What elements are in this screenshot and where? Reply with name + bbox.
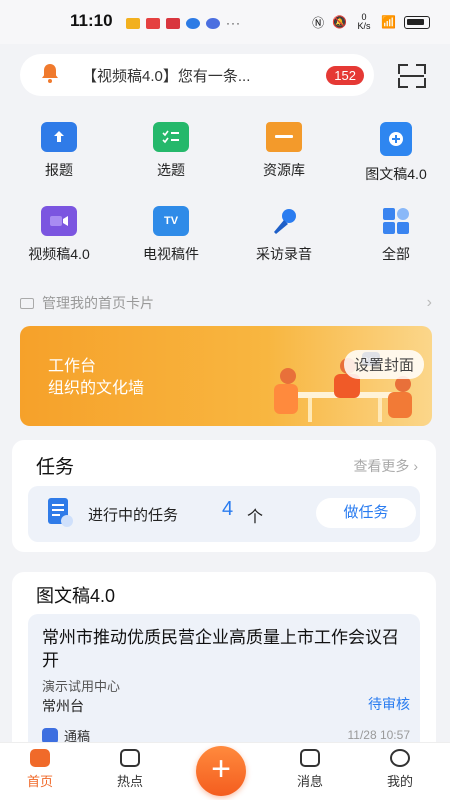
shortcut-label: 选题 xyxy=(157,162,185,178)
shortcut-label: 图文稿4.0 xyxy=(365,166,427,182)
create-button[interactable]: + xyxy=(196,746,246,796)
article-department: 演示试用中心 xyxy=(42,679,121,694)
tab-messages[interactable]: 消息 xyxy=(275,749,345,790)
home-icon xyxy=(30,749,50,767)
tab-profile[interactable]: 我的 xyxy=(365,749,435,790)
scan-icon-corner xyxy=(416,78,426,88)
article-station: 常州台 xyxy=(42,698,84,714)
task-count: 4 xyxy=(222,498,234,520)
scan-icon-line xyxy=(400,75,424,77)
scan-button[interactable] xyxy=(392,58,432,94)
app-notification-icon xyxy=(166,17,180,29)
bell-icon xyxy=(40,62,66,89)
shortcut-interview-recording[interactable]: 采访录音 xyxy=(234,206,334,264)
profile-icon xyxy=(390,749,410,767)
do-task-button[interactable]: 做任务 xyxy=(316,498,416,528)
scan-icon-corner xyxy=(398,78,408,88)
in-progress-label: 进行中的任务 xyxy=(88,507,179,524)
shortcut-all[interactable]: 全部 xyxy=(346,206,446,264)
scan-icon xyxy=(398,64,408,74)
tab-hot[interactable]: 热点 xyxy=(95,749,165,790)
banner-title: 工作台 xyxy=(48,358,97,375)
article-title: 常州市推动优质民营企业高质量上市工作会议召开 xyxy=(42,628,399,670)
chevron-right-icon: › xyxy=(426,294,432,311)
shortcut-label: 采访录音 xyxy=(256,246,312,262)
app-notification-icon xyxy=(146,17,160,29)
shortcut-resource-library[interactable]: 资源库 xyxy=(234,122,334,180)
hot-icon xyxy=(120,749,140,767)
cards-icon xyxy=(20,297,34,309)
tab-label: 热点 xyxy=(116,774,143,789)
nfc-icon: Ⓝ xyxy=(312,15,325,30)
banner-subtitle: 组织的文化墙 xyxy=(48,380,145,397)
article-card-title: 图文稿4.0 xyxy=(36,586,116,606)
network-speed: 0 K/s xyxy=(357,12,371,31)
grid-icon xyxy=(378,206,414,236)
video-camera-icon xyxy=(41,206,77,236)
music-icon xyxy=(206,17,220,29)
notice-text: 【视频稿4.0】您有一条... xyxy=(82,67,251,85)
shortcut-label: 报题 xyxy=(45,162,73,178)
unread-badge: 152 xyxy=(326,65,364,85)
article-status: 待审核 xyxy=(368,696,410,712)
shortcut-select-topic[interactable]: 选题 xyxy=(121,122,221,180)
microphone-icon xyxy=(266,206,302,236)
battery-icon xyxy=(404,15,430,29)
task-doc-icon xyxy=(48,498,73,527)
shortcut-article-v4[interactable]: 图文稿4.0 xyxy=(346,122,446,184)
folder-icon xyxy=(266,122,302,152)
task-unit: 个 xyxy=(247,509,264,526)
tv-icon: TV xyxy=(153,206,189,236)
status-bar: 11:10 ··· Ⓝ 🔕 0 K/s 📶 xyxy=(0,0,450,44)
set-cover-button[interactable]: 设置封面 xyxy=(344,350,425,379)
notice-bar[interactable]: 【视频稿4.0】您有一条... 152 xyxy=(20,54,374,96)
manage-home-cards[interactable]: 管理我的首页卡片 › xyxy=(20,292,432,314)
view-more-link[interactable]: 查看更多 › xyxy=(353,456,418,476)
clock: 11:10 xyxy=(70,11,113,30)
shortcut-report-topic[interactable]: 报题 xyxy=(9,122,109,180)
task-card: 任务 查看更多 › 进行中的任务 4 个 做任务 xyxy=(12,440,436,552)
tab-home[interactable]: 首页 xyxy=(5,749,75,790)
shortcut-tv-manuscript[interactable]: TV 电视稿件 xyxy=(121,206,221,264)
more-notifications-icon: ··· xyxy=(226,16,241,30)
app-notification-icon xyxy=(126,17,140,29)
shortcut-label: 电视稿件 xyxy=(143,246,199,262)
report-topic-icon xyxy=(41,122,77,152)
wifi-icon: 📶 xyxy=(381,15,396,29)
in-progress-tasks[interactable]: 进行中的任务 4 个 做任务 xyxy=(28,486,420,542)
shortcut-label: 视频稿4.0 xyxy=(28,246,90,262)
message-icon xyxy=(300,749,320,767)
tab-label: 首页 xyxy=(26,774,53,789)
notification-icons: ··· xyxy=(126,16,241,30)
workspace-banner[interactable]: 工作台 组织的文化墙 设置封面 xyxy=(20,326,432,426)
shortcut-label: 资源库 xyxy=(263,162,305,178)
shortcut-video-v4[interactable]: 视频稿4.0 xyxy=(9,206,109,264)
shortcut-label: 全部 xyxy=(382,246,410,262)
manage-cards-label: 管理我的首页卡片 xyxy=(42,295,154,311)
mute-icon: 🔕 xyxy=(332,15,348,29)
select-topic-icon xyxy=(153,122,189,152)
tab-label: 消息 xyxy=(296,774,323,789)
doc-plus-icon xyxy=(380,122,412,156)
system-icons: Ⓝ 🔕 0 K/s 📶 xyxy=(312,13,430,31)
article-time: 11/28 10:57 xyxy=(347,728,410,742)
tab-label: 我的 xyxy=(386,774,413,789)
app-notification-icon xyxy=(186,17,200,29)
task-card-title: 任务 xyxy=(36,457,75,478)
scan-icon-corner xyxy=(416,64,426,74)
view-more-label: 查看更多 xyxy=(353,458,410,474)
